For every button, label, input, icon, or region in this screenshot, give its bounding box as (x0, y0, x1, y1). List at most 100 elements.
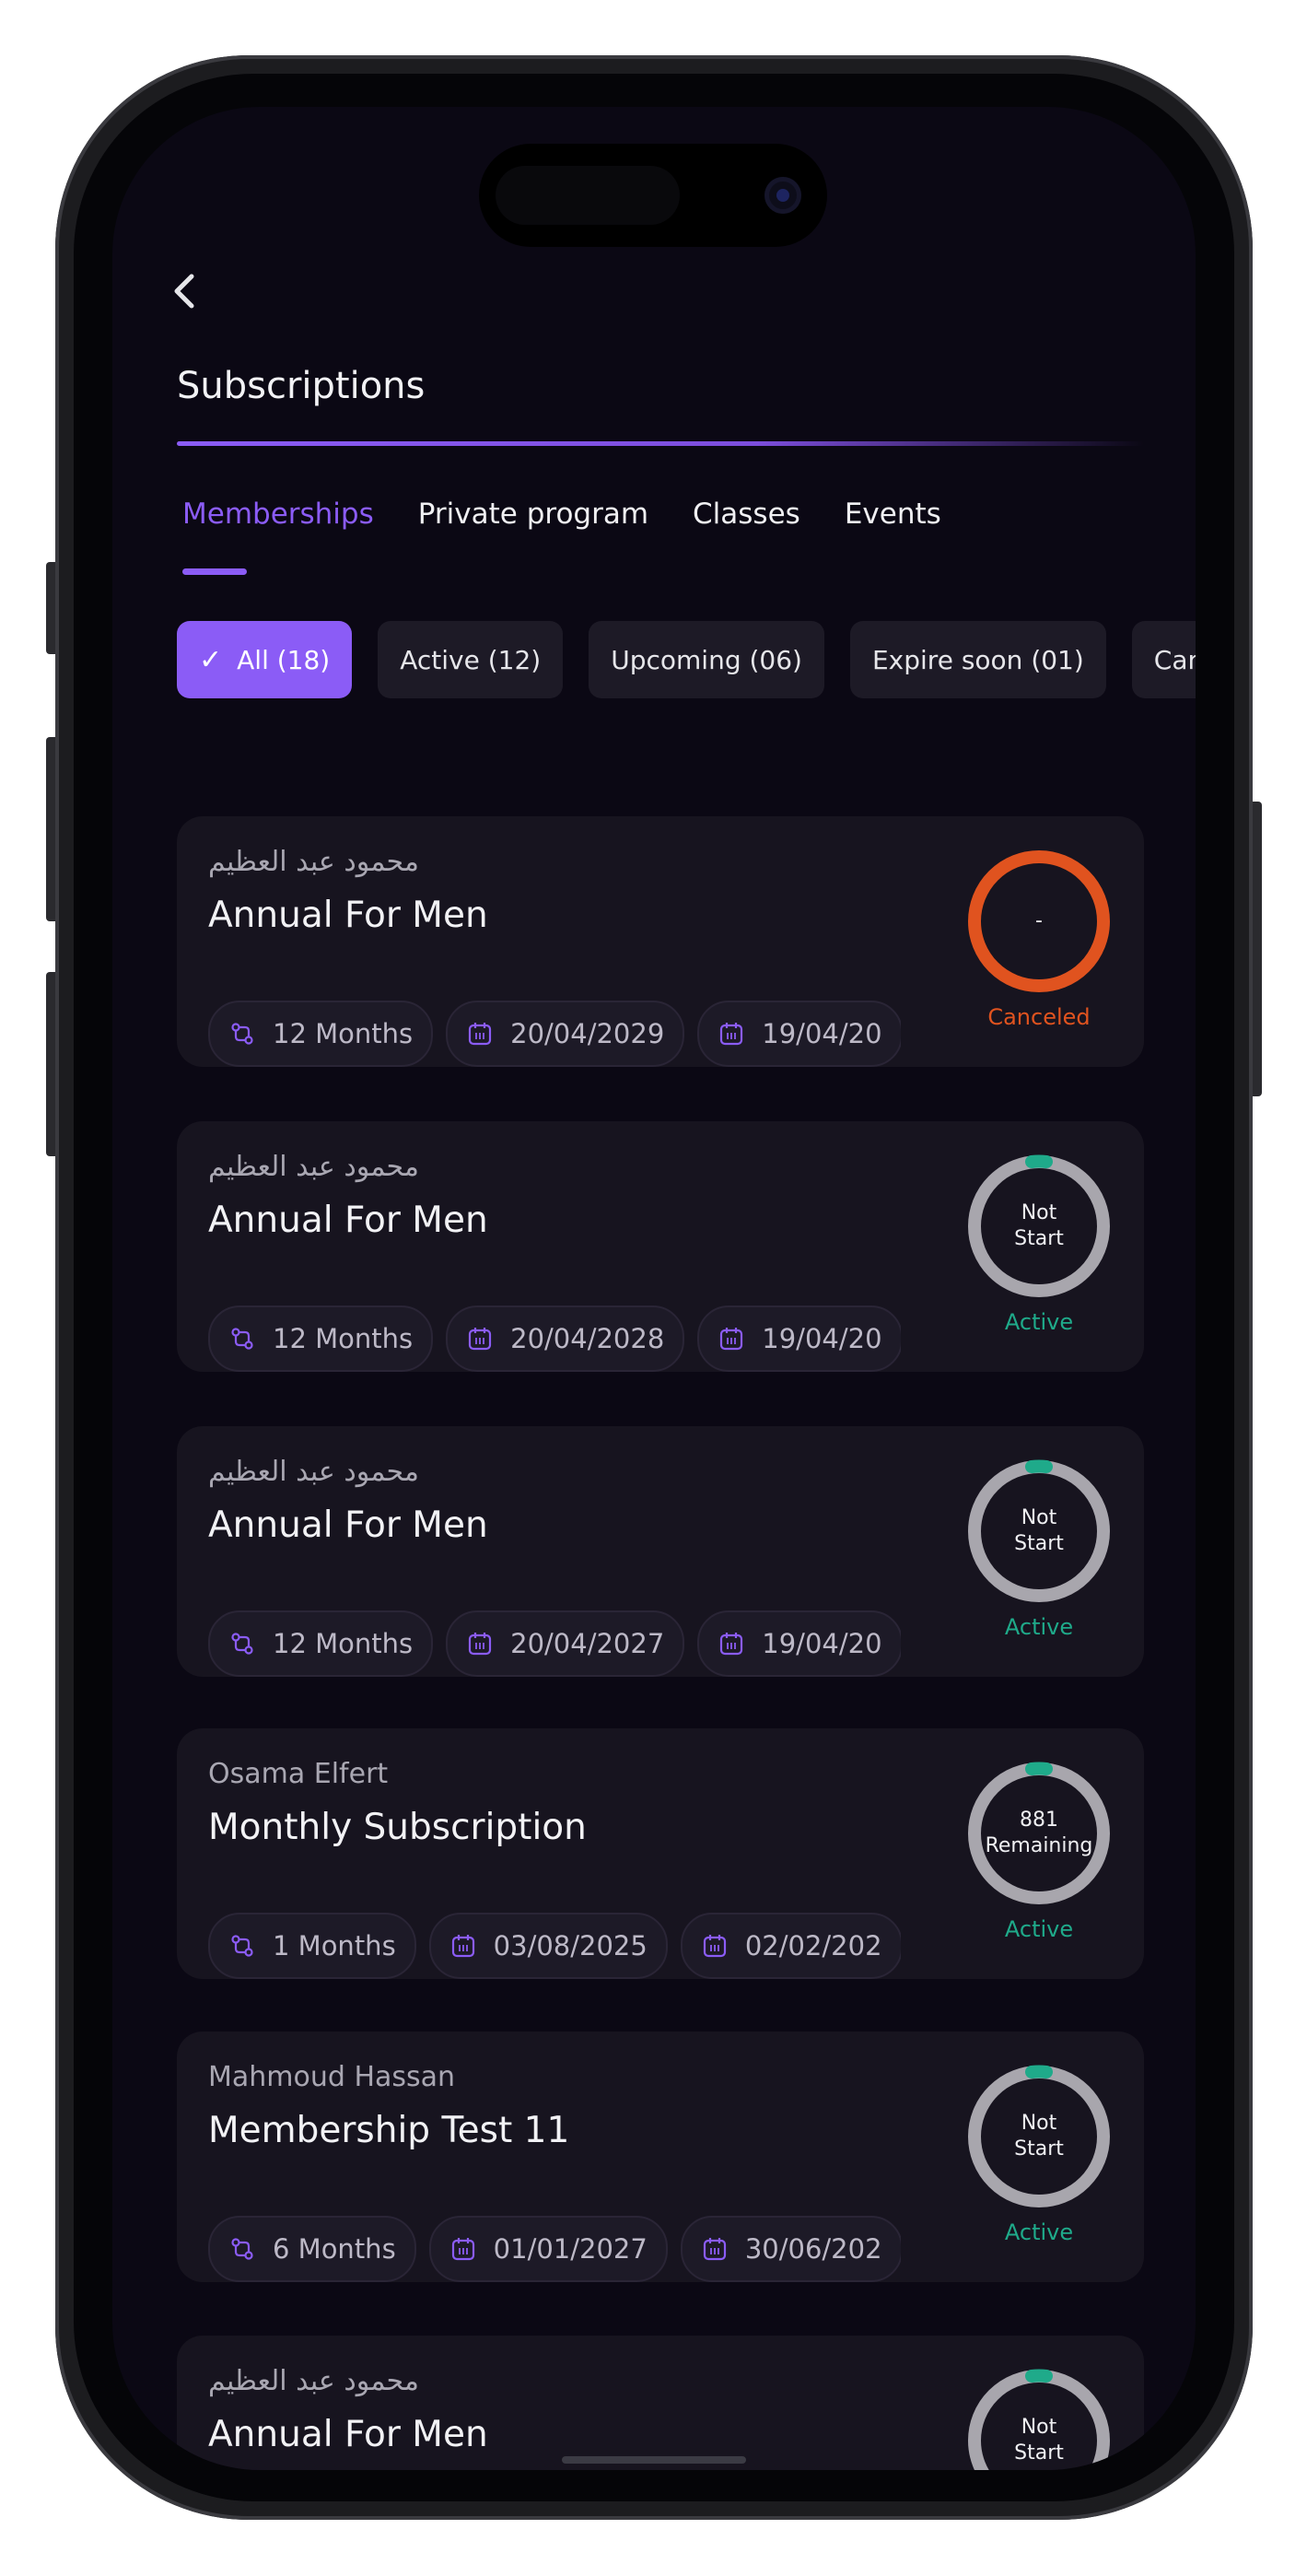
duration-label: 12 Months (273, 1323, 414, 1354)
member-name: محمود عبد العظيم (208, 846, 419, 878)
back-button[interactable] (166, 263, 203, 319)
ring-label: Not Start (965, 2063, 1113, 2210)
status-indicator: - Canceled (965, 848, 1113, 1041)
filter-chip-label: Active (12) (400, 644, 542, 675)
ring-label-line: 881 (1020, 1809, 1058, 1832)
subscription-meta: 12 Months 20/04/2028 19/04/20 (208, 1306, 901, 1372)
filter-chip-canceled[interactable]: Cancled (1131, 621, 1196, 698)
progress-ring: Not Start (965, 2063, 1113, 2210)
start-date-label: 03/08/2025 (493, 1930, 648, 1961)
island-sensor (496, 166, 680, 225)
start-date-label: 20/04/2027 (510, 1628, 665, 1659)
subscription-info: محمود عبد العظيم Annual For Men 12 Month… (208, 844, 954, 1067)
calendar-icon (718, 1325, 745, 1352)
status-indicator: 881 Remaining Active (965, 1760, 1113, 1953)
filter-chip-label: Upcoming (06) (611, 644, 802, 675)
subscription-card[interactable]: Mahmoud Hassan Membership Test 11 6 Mont… (177, 2032, 1144, 2282)
filter-chip-upcoming[interactable]: Upcoming (06) (589, 621, 824, 698)
filter-chip-all[interactable]: ✓ All (18) (177, 621, 353, 698)
calendar-icon (466, 1630, 494, 1657)
status-badge: Active (1004, 2219, 1074, 2245)
progress-ring: - (965, 848, 1113, 995)
cycle-icon (228, 1630, 256, 1657)
duration-label: 6 Months (273, 2233, 396, 2265)
subscription-card[interactable]: Osama Elfert Monthly Subscription 1 Mont… (177, 1728, 1144, 1979)
filter-chip-label: Expire soon (01) (871, 644, 1084, 675)
cycle-icon (228, 1932, 256, 1960)
progress-ring: Not Start (965, 1458, 1113, 1605)
ring-label: Not Start (965, 2367, 1113, 2470)
end-date-label: 30/06/202 (744, 2233, 882, 2265)
tab-bar: Memberships Private program Classes Even… (182, 498, 941, 531)
end-date-label: 02/02/202 (744, 1930, 882, 1961)
status-indicator: Not Start (965, 2367, 1113, 2470)
ring-label: 881 Remaining (965, 1760, 1113, 1907)
subscription-meta: 12 Months 20/04/2029 19/04/20 (208, 1001, 901, 1067)
end-date-label: 19/04/20 (762, 1018, 882, 1049)
tab-private-program[interactable]: Private program (418, 498, 648, 531)
ring-label-line: Not (1021, 2416, 1057, 2439)
end-date-pill: 02/02/202 (680, 1913, 901, 1979)
page-title: Subscriptions (177, 365, 426, 407)
ring-label-line: Start (1014, 1227, 1064, 1250)
subscription-info: محمود عبد العظيم Annual For Men 12 Month… (208, 1149, 954, 1372)
start-date-pill: 03/08/2025 (428, 1913, 668, 1979)
app-screen: Subscriptions Memberships Private progra… (112, 107, 1196, 2470)
status-badge: Active (1004, 1309, 1074, 1335)
filter-chip-label: All (18) (237, 644, 331, 675)
subscription-info: Osama Elfert Monthly Subscription 1 Mont… (208, 1756, 954, 1979)
status-badge: Active (1004, 1916, 1074, 1942)
end-date-pill: 19/04/20 (697, 1306, 901, 1372)
calendar-icon (466, 1325, 494, 1352)
filter-chip-expire-soon[interactable]: Expire soon (01) (849, 621, 1106, 698)
end-date-pill: 19/04/20 (697, 1610, 901, 1677)
subscription-card[interactable]: محمود عبد العظيم Annual For Men 12 Month… (177, 1426, 1144, 1677)
check-icon: ✓ (199, 643, 223, 676)
filter-chip-active[interactable]: Active (12) (378, 621, 564, 698)
cycle-icon (228, 1020, 256, 1048)
member-name: Mahmoud Hassan (208, 2061, 456, 2093)
duration-pill: 12 Months (208, 1610, 434, 1677)
calendar-icon (466, 1020, 494, 1048)
end-date-label: 19/04/20 (762, 1628, 882, 1659)
calendar-icon (449, 1932, 477, 1960)
calendar-icon (718, 1020, 745, 1048)
ring-label: - (965, 848, 1113, 995)
member-name: محمود عبد العظيم (208, 1456, 419, 1488)
dynamic-island (479, 144, 827, 247)
start-date-pill: 20/04/2027 (446, 1610, 685, 1677)
home-indicator (562, 2456, 746, 2464)
ring-label-line: - (1035, 909, 1043, 932)
calendar-icon (701, 2235, 729, 2263)
title-underline (177, 441, 1144, 446)
subscription-meta: 12 Months 20/04/2027 19/04/20 (208, 1610, 901, 1677)
status-indicator: Not Start Active (965, 1458, 1113, 1651)
filter-chip-label: Cancled (1153, 644, 1196, 675)
subscription-info: محمود عبد العظيم Annual For Men 12 Month… (208, 1454, 954, 1677)
subscription-card[interactable]: محمود عبد العظيم Annual For Men 12 Month… (177, 816, 1144, 1067)
status-badge: Canceled (987, 1004, 1091, 1030)
status-indicator: Not Start Active (965, 1153, 1113, 1346)
ring-label: Not Start (965, 1153, 1113, 1300)
subscription-meta: 6 Months 01/01/2027 30/06/202 (208, 2216, 901, 2282)
duration-pill: 1 Months (208, 1913, 416, 1979)
ring-label-line: Remaining (985, 1834, 1093, 1857)
member-name: محمود عبد العظيم (208, 2365, 419, 2397)
tab-memberships[interactable]: Memberships (182, 498, 374, 531)
ring-label-line: Start (1014, 2137, 1064, 2160)
active-tab-indicator (182, 568, 247, 575)
tab-events[interactable]: Events (845, 498, 941, 531)
calendar-icon (701, 1932, 729, 1960)
progress-ring: Not Start (965, 1153, 1113, 1300)
subscription-card[interactable]: محمود عبد العظيم Annual For Men 12 Month… (177, 1121, 1144, 1372)
status-indicator: Not Start Active (965, 2063, 1113, 2256)
end-date-label: 19/04/20 (762, 1323, 882, 1354)
chevron-left-icon (174, 274, 194, 309)
start-date-label: 20/04/2028 (510, 1323, 665, 1354)
ring-label-line: Start (1014, 1532, 1064, 1555)
progress-ring: Not Start (965, 2367, 1113, 2470)
filter-chips: ✓ All (18) Active (12) Upcoming (06) Exp… (177, 621, 1196, 698)
subscription-card[interactable]: محمود عبد العظيم Annual For Men Not Start (177, 2336, 1144, 2470)
tab-classes[interactable]: Classes (693, 498, 800, 531)
plan-name: Annual For Men (208, 1200, 488, 1241)
